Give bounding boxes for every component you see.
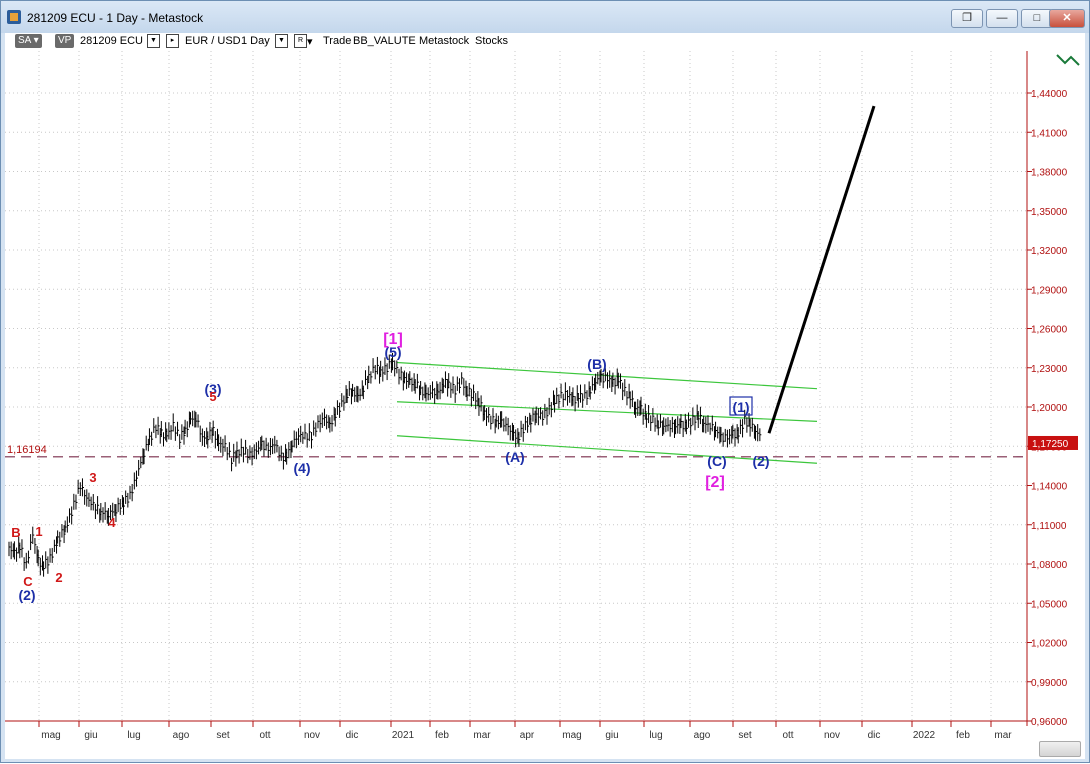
window-title: 281209 ECU - 1 Day - Metastock — [27, 11, 204, 25]
wave-labels-layer: (2)(3)(4)(5)(A)(B)(C) (2)BC12345[1][2](1) — [11, 331, 769, 603]
chart-toolbar: SA ▾ VP 281209 ECU ▼ ▸ EUR / USD 1 Day ▼… — [5, 33, 1085, 51]
x-tick-label: giu — [84, 730, 97, 741]
x-tick-label: mag — [562, 730, 581, 741]
title-bar[interactable]: 281209 ECU - 1 Day - Metastock ❐ — □ ✕ — [1, 1, 1089, 33]
level-label: 1,16194 — [7, 444, 47, 456]
y-tick-label: 1,08000 — [1031, 560, 1068, 571]
wave-label-blue: (A) — [505, 449, 524, 465]
y-tick-label: 1,20000 — [1031, 403, 1068, 414]
sa-button[interactable]: SA ▾ — [15, 34, 42, 48]
chart-tool-icon — [1056, 54, 1080, 66]
y-tick-label: 1,44000 — [1031, 89, 1068, 100]
toolbar-item-trade[interactable]: Trade — [323, 35, 351, 47]
y-tick-label: 1,14000 — [1031, 482, 1068, 493]
x-tick-label: set — [216, 730, 230, 741]
minimize-button[interactable]: — — [986, 9, 1018, 28]
x-tick-label: nov — [304, 730, 320, 741]
period-dropdown[interactable]: ▼ — [275, 34, 288, 48]
projection-layer — [767, 105, 876, 434]
wave-label-red: 2 — [55, 570, 62, 585]
instrument-dropdown-icon[interactable]: ▸ — [166, 34, 179, 48]
x-tick-label: dic — [868, 730, 881, 741]
app-icon — [7, 10, 21, 24]
symbol-label: 281209 ECU — [80, 35, 143, 47]
x-tick-label: ago — [173, 730, 190, 741]
x-tick-label: dic — [346, 730, 359, 741]
application-window: 281209 ECU - 1 Day - Metastock ❐ — □ ✕ S… — [0, 0, 1090, 763]
price-chart[interactable]: 1,16194 (2)(3)(4)(5)(A)(B)(C) (2)BC12345[… — [5, 51, 1085, 759]
x-tick-label: feb — [435, 730, 449, 741]
x-tick-label: nov — [824, 730, 840, 741]
x-tick-label: giu — [605, 730, 618, 741]
wave-label-blue: (4) — [293, 460, 310, 476]
y-tick-label: 1,11000 — [1031, 521, 1067, 532]
symbol-dropdown[interactable]: ▼ — [147, 34, 160, 48]
y-tick-label: 0,99000 — [1031, 678, 1068, 689]
x-tick-label: mag — [41, 730, 60, 741]
y-tick-label: 1,38000 — [1031, 168, 1068, 179]
wave-label-blue: (C) — [707, 453, 726, 469]
wave-projection-line — [767, 105, 876, 434]
r-dropdown[interactable]: R — [294, 34, 307, 48]
chart-area[interactable]: 1,16194 (2) (3) (4) (5) (A) (B) (C) (2) B C 1 2 3 4 5[… — [5, 51, 1085, 759]
restore-button[interactable]: ❐ — [951, 9, 983, 28]
x-tick-label: set — [738, 730, 752, 741]
close-button[interactable]: ✕ — [1049, 9, 1085, 28]
wave-label-red: C — [23, 574, 33, 589]
wave-label-boxed: (1) — [732, 399, 749, 415]
wave-label-blue: (B) — [587, 356, 606, 372]
y-tick-label: 1,26000 — [1031, 325, 1068, 336]
wave-label-red: 3 — [89, 470, 96, 485]
toolbar-item-metastock[interactable]: Metastock — [419, 35, 469, 47]
x-tick-label: ago — [694, 730, 711, 741]
wave-label-red: B — [11, 525, 20, 540]
wave-label-blue: (2) — [752, 453, 769, 469]
x-tick-label: mar — [473, 730, 491, 741]
period-label: 1 Day — [241, 35, 270, 47]
y-axis: 1,44000 1,41000 1,38000 1,35000 1,32000 1,290… — [1026, 51, 1068, 728]
wave-label-red: 1 — [35, 524, 42, 539]
y-tick-label: 1,35000 — [1031, 207, 1068, 218]
x-tick-label: lug — [649, 730, 662, 741]
wave-label-blue: (2) — [18, 587, 35, 603]
x-tick-label: mar — [994, 730, 1012, 741]
wave-label-magenta: [2] — [705, 474, 725, 491]
x-axis: mag giu lug ago set ott nov dic 2021 feb mar apr mag… — [5, 720, 1027, 741]
x-tick-label: 2022 — [913, 730, 936, 741]
wave-label-red: 5 — [209, 389, 216, 404]
grid-layer — [5, 51, 1027, 722]
y-tick-label: 1,41000 — [1031, 128, 1068, 139]
toolbar-item-stocks[interactable]: Stocks — [475, 35, 508, 47]
x-tick-label: feb — [956, 730, 970, 741]
x-tick-label: apr — [520, 730, 535, 741]
sa-label: SA — [18, 35, 31, 46]
y-tick-label: 1,32000 — [1031, 246, 1068, 257]
y-tick-label: 1,29000 — [1031, 285, 1068, 296]
instrument-label: EUR / USD — [185, 35, 241, 47]
channel-layer — [396, 361, 818, 464]
toolbar-item-bb-valute[interactable]: BB_VALUTE — [353, 35, 416, 47]
y-tick-label: 0,96000 — [1031, 717, 1068, 728]
wave-label-red: 4 — [108, 515, 116, 530]
x-tick-label: ott — [782, 730, 793, 741]
vp-button[interactable]: VP — [55, 34, 75, 48]
x-tick-label: lug — [127, 730, 140, 741]
y-tick-label: 1,05000 — [1031, 599, 1068, 610]
horizontal-scrollbar[interactable] — [1039, 741, 1081, 757]
current-price-label: 1,17250 — [1032, 439, 1069, 450]
x-tick-label: ott — [259, 730, 270, 741]
y-tick-label: 1,02000 — [1031, 639, 1068, 650]
r-arrow-icon[interactable]: ▾ — [307, 35, 313, 48]
x-tick-label: 2021 — [392, 730, 415, 741]
y-tick-label: 1,23000 — [1031, 364, 1068, 375]
wave-label-magenta: [1] — [383, 331, 403, 348]
channel-line — [396, 401, 818, 422]
